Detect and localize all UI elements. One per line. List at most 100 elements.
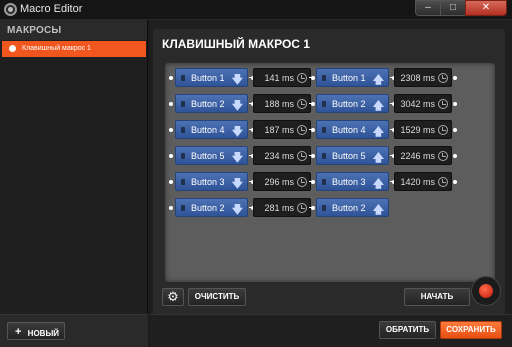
clock-icon bbox=[438, 73, 448, 83]
start-button[interactable]: НАЧАТЬ bbox=[404, 288, 470, 306]
key-up-node[interactable]: Button 4 🡅 bbox=[316, 120, 389, 139]
save-button[interactable]: СОХРАНИТЬ bbox=[440, 321, 502, 339]
key-up-node[interactable]: Button 2 🡅 bbox=[316, 94, 389, 113]
connector-dot[interactable] bbox=[453, 102, 457, 106]
connector-dot[interactable] bbox=[311, 102, 315, 106]
connector-dot[interactable] bbox=[311, 76, 315, 80]
connector-dot[interactable] bbox=[169, 76, 173, 80]
key-label: Button 5 bbox=[332, 151, 366, 161]
delay-node[interactable]: 187 ms bbox=[253, 120, 311, 139]
key-down-node[interactable]: Button 1 🡇 bbox=[175, 68, 248, 87]
macro-editor-card: КЛАВИШНЫЙ МАКРОС 1 Button 1 🡇 141 ms Button… bbox=[153, 29, 505, 321]
delay-value: 281 ms bbox=[264, 203, 294, 213]
delay-node[interactable]: 234 ms bbox=[253, 146, 311, 165]
key-label: Button 3 bbox=[191, 177, 225, 187]
key-up-node[interactable]: Button 3 🡅 bbox=[316, 172, 389, 191]
selected-dot-icon bbox=[9, 45, 16, 52]
key-bullet-icon bbox=[181, 75, 185, 81]
delay-node[interactable]: 188 ms bbox=[253, 94, 311, 113]
key-up-node[interactable]: Button 1 🡅 bbox=[316, 68, 389, 87]
delay-node[interactable]: 281 ms bbox=[253, 198, 311, 217]
macro-step-row: Button 2 🡇 281 ms Button 2 🡅 bbox=[169, 198, 492, 218]
delay-value: 1420 ms bbox=[400, 177, 435, 187]
key-down-node[interactable]: Button 4 🡇 bbox=[175, 120, 248, 139]
connector-dot[interactable] bbox=[169, 102, 173, 106]
connector-dot[interactable] bbox=[453, 180, 457, 184]
clock-icon bbox=[297, 125, 307, 135]
key-bullet-icon bbox=[181, 127, 185, 133]
main-panel: КЛАВИШНЫЙ МАКРОС 1 Button 1 🡇 141 ms Button… bbox=[150, 20, 512, 347]
connector-dot[interactable] bbox=[169, 180, 173, 184]
connector-dot[interactable] bbox=[453, 76, 457, 80]
settings-button[interactable]: ⚙ bbox=[162, 288, 184, 306]
delay-node[interactable]: 1420 ms bbox=[394, 172, 452, 191]
window-title: Macro Editor bbox=[20, 3, 83, 15]
delay-node[interactable]: 2246 ms bbox=[394, 146, 452, 165]
connector-dot[interactable] bbox=[311, 206, 315, 210]
new-macro-button[interactable]: + НОВЫЙ bbox=[7, 322, 65, 340]
connector-dot[interactable] bbox=[311, 128, 315, 132]
main-footer: ОБРАТИТЬ СОХРАНИТЬ bbox=[150, 314, 512, 347]
arrow-down-icon: 🡇 bbox=[231, 126, 243, 138]
connector-dot[interactable] bbox=[311, 180, 315, 184]
clock-icon bbox=[297, 73, 307, 83]
key-bullet-icon bbox=[322, 179, 326, 185]
key-label: Button 4 bbox=[332, 125, 366, 135]
delay-value: 2308 ms bbox=[400, 73, 435, 83]
key-down-node[interactable]: Button 2 🡇 bbox=[175, 94, 248, 113]
delay-value: 234 ms bbox=[264, 151, 294, 161]
key-down-node[interactable]: Button 2 🡇 bbox=[175, 198, 248, 217]
delay-node[interactable]: 296 ms bbox=[253, 172, 311, 191]
clock-icon bbox=[438, 151, 448, 161]
delay-value: 187 ms bbox=[264, 125, 294, 135]
sequence-area[interactable]: Button 1 🡇 141 ms Button 1 🡅 2308 ms Button 2 🡇… bbox=[165, 63, 495, 282]
macro-step-row: Button 1 🡇 141 ms Button 1 🡅 2308 ms bbox=[169, 68, 492, 88]
delay-node[interactable]: 141 ms bbox=[253, 68, 311, 87]
delay-node[interactable]: 1529 ms bbox=[394, 120, 452, 139]
record-button[interactable] bbox=[471, 276, 501, 306]
key-label: Button 4 bbox=[191, 125, 225, 135]
macro-sidebar: МАКРОСЫ Клавишный макрос 1 + НОВЫЙ bbox=[0, 20, 148, 347]
gear-icon: ⚙ bbox=[167, 289, 179, 304]
connector-dot[interactable] bbox=[169, 154, 173, 158]
connector-dot[interactable] bbox=[169, 206, 173, 210]
key-bullet-icon bbox=[322, 127, 326, 133]
key-bullet-icon bbox=[322, 75, 326, 81]
connector-dot[interactable] bbox=[311, 154, 315, 158]
maximize-button[interactable]: □ bbox=[440, 0, 465, 16]
connector-dot[interactable] bbox=[453, 154, 457, 158]
connector-dot[interactable] bbox=[169, 128, 173, 132]
title-bar: Macro Editor – □ ✕ bbox=[0, 0, 512, 20]
sidebar-footer: + НОВЫЙ bbox=[0, 314, 148, 347]
arrow-up-icon: 🡅 bbox=[372, 74, 384, 86]
key-up-node[interactable]: Button 5 🡅 bbox=[316, 146, 389, 165]
minimize-button[interactable]: – bbox=[415, 0, 440, 16]
clock-icon bbox=[297, 177, 307, 187]
connector-dot[interactable] bbox=[453, 128, 457, 132]
key-up-node[interactable]: Button 2 🡅 bbox=[316, 198, 389, 217]
delay-value: 3042 ms bbox=[400, 99, 435, 109]
key-label: Button 5 bbox=[191, 151, 225, 161]
arrow-up-icon: 🡅 bbox=[372, 178, 384, 190]
clear-button[interactable]: ОЧИСТИТЬ bbox=[188, 288, 246, 306]
arrow-up-icon: 🡅 bbox=[372, 204, 384, 216]
macro-step-row: Button 5 🡇 234 ms Button 5 🡅 2246 ms bbox=[169, 146, 492, 166]
arrow-up-icon: 🡅 bbox=[372, 126, 384, 138]
key-bullet-icon bbox=[181, 205, 185, 211]
revert-button[interactable]: ОБРАТИТЬ bbox=[379, 321, 436, 339]
sidebar-item-macro-1[interactable]: Клавишный макрос 1 bbox=[2, 41, 146, 57]
key-down-node[interactable]: Button 5 🡇 bbox=[175, 146, 248, 165]
key-label: Button 2 bbox=[332, 99, 366, 109]
delay-node[interactable]: 2308 ms bbox=[394, 68, 452, 87]
delay-value: 188 ms bbox=[264, 99, 294, 109]
delay-node[interactable]: 3042 ms bbox=[394, 94, 452, 113]
clock-icon bbox=[297, 99, 307, 109]
window-controls: – □ ✕ bbox=[415, 0, 507, 16]
delay-value: 296 ms bbox=[264, 177, 294, 187]
clock-icon bbox=[297, 203, 307, 213]
key-down-node[interactable]: Button 3 🡇 bbox=[175, 172, 248, 191]
arrow-down-icon: 🡇 bbox=[231, 100, 243, 112]
close-button[interactable]: ✕ bbox=[465, 0, 507, 16]
macro-step-row: Button 4 🡇 187 ms Button 4 🡅 1529 ms bbox=[169, 120, 492, 140]
macro-step-row: Button 3 🡇 296 ms Button 3 🡅 1420 ms bbox=[169, 172, 492, 192]
